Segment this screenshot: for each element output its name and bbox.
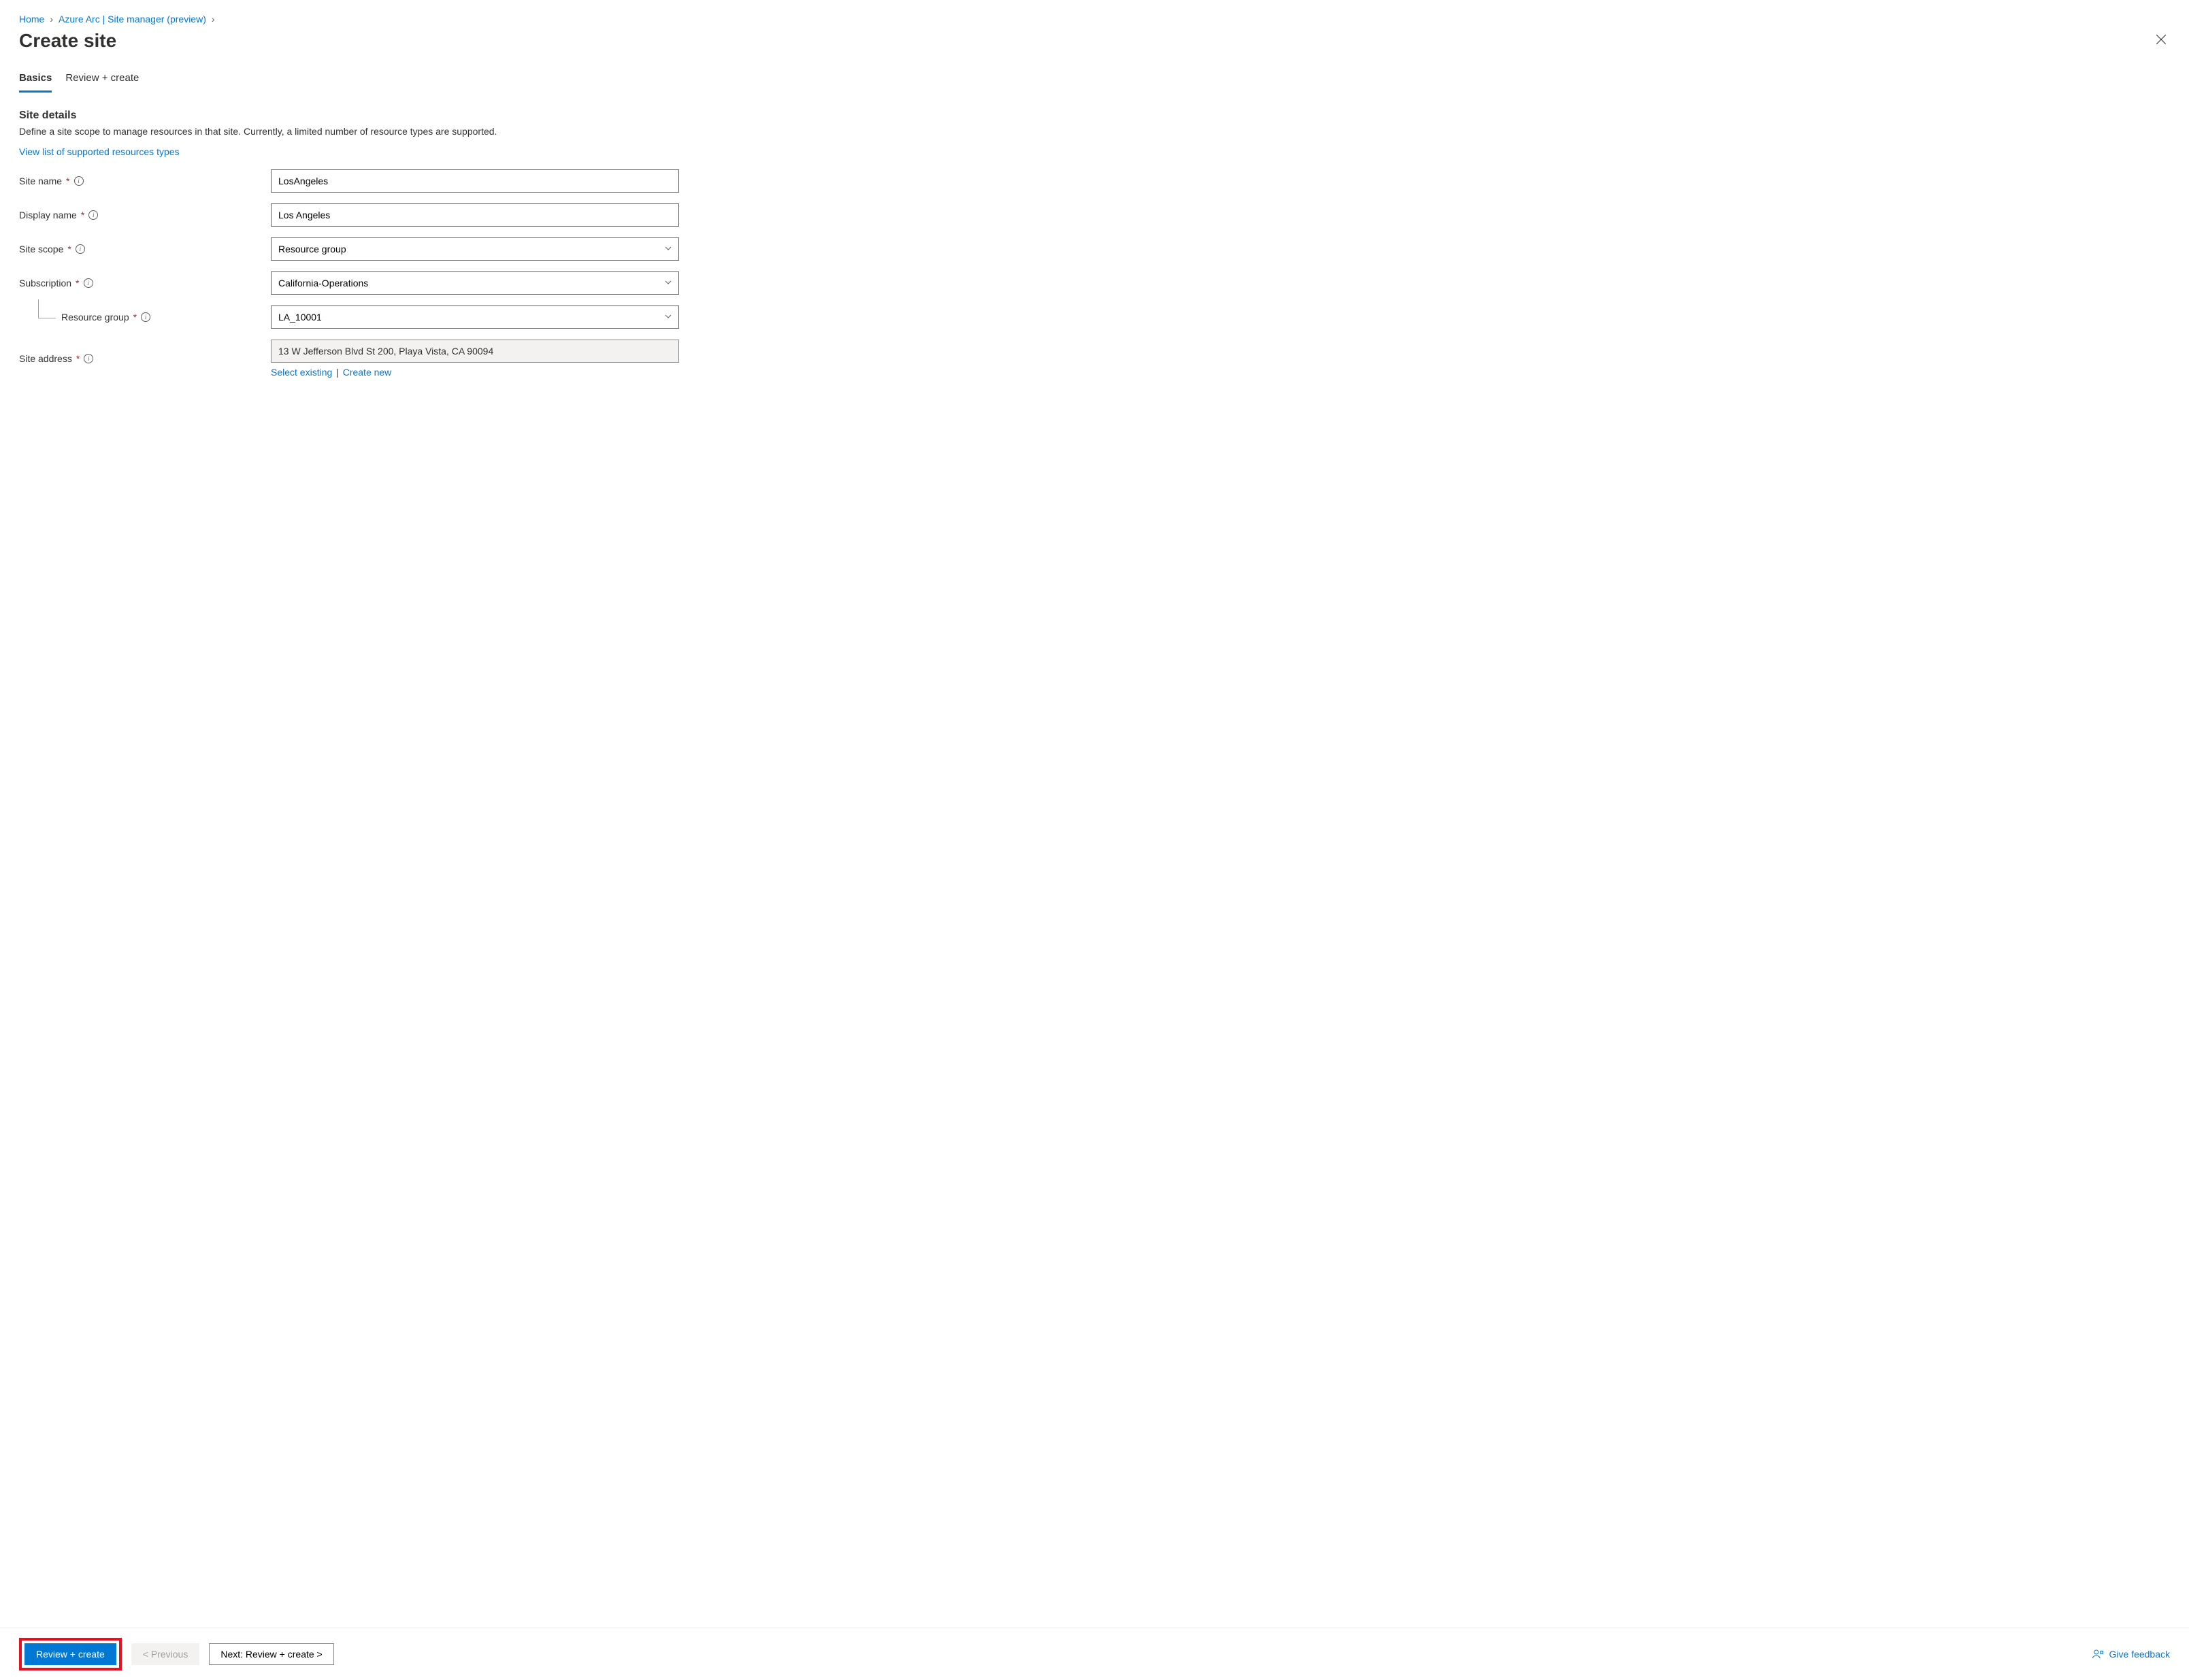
- label-site-name: Site name: [19, 176, 62, 186]
- info-icon[interactable]: i: [76, 244, 85, 254]
- label-site-scope: Site scope: [19, 244, 63, 254]
- chevron-right-icon: ›: [50, 14, 53, 24]
- chevron-right-icon: ›: [212, 14, 215, 24]
- info-icon[interactable]: i: [74, 176, 84, 186]
- breadcrumb-home[interactable]: Home: [19, 14, 44, 24]
- create-new-link[interactable]: Create new: [343, 367, 392, 378]
- footer: Review + create < Previous Next: Review …: [0, 1628, 2189, 1680]
- required-asterisk: *: [133, 312, 137, 323]
- tree-connector: [38, 299, 56, 318]
- supported-resources-link[interactable]: View list of supported resources types: [19, 146, 2170, 157]
- select-existing-link[interactable]: Select existing: [271, 367, 332, 378]
- label-subscription: Subscription: [19, 278, 71, 289]
- previous-button: < Previous: [131, 1643, 200, 1665]
- info-icon[interactable]: i: [84, 354, 93, 363]
- tab-basics[interactable]: Basics: [19, 68, 52, 93]
- close-icon[interactable]: [2152, 31, 2170, 51]
- separator: |: [336, 367, 339, 378]
- feedback-icon: [2092, 1648, 2104, 1660]
- required-asterisk: *: [76, 353, 80, 364]
- give-feedback-link[interactable]: Give feedback: [2092, 1648, 2171, 1660]
- resource-group-select[interactable]: [271, 306, 679, 329]
- section-heading: Site details: [19, 110, 2170, 122]
- label-site-address: Site address: [19, 353, 72, 364]
- tab-review-create[interactable]: Review + create: [65, 68, 139, 93]
- section-description: Define a site scope to manage resources …: [19, 126, 2170, 137]
- label-display-name: Display name: [19, 210, 77, 220]
- tabs: Basics Review + create: [19, 68, 2170, 93]
- review-create-button[interactable]: Review + create: [24, 1643, 116, 1665]
- give-feedback-label: Give feedback: [2109, 1649, 2171, 1660]
- required-asterisk: *: [81, 210, 84, 220]
- info-icon[interactable]: i: [84, 278, 93, 288]
- required-asterisk: *: [66, 176, 69, 186]
- highlight-box: Review + create: [19, 1638, 122, 1670]
- display-name-input[interactable]: [271, 203, 679, 227]
- page-title: Create site: [19, 30, 116, 52]
- required-asterisk: *: [76, 278, 79, 289]
- site-scope-select[interactable]: [271, 237, 679, 261]
- breadcrumb: Home › Azure Arc | Site manager (preview…: [19, 14, 2170, 24]
- next-button[interactable]: Next: Review + create >: [209, 1643, 333, 1665]
- required-asterisk: *: [67, 244, 71, 254]
- breadcrumb-arc-site-manager[interactable]: Azure Arc | Site manager (preview): [59, 14, 206, 24]
- site-address-input[interactable]: 13 W Jefferson Blvd St 200, Playa Vista,…: [271, 340, 679, 363]
- info-icon[interactable]: i: [141, 312, 150, 322]
- site-name-input[interactable]: [271, 169, 679, 193]
- info-icon[interactable]: i: [88, 210, 98, 220]
- subscription-select[interactable]: [271, 271, 679, 295]
- label-resource-group: Resource group: [61, 312, 129, 323]
